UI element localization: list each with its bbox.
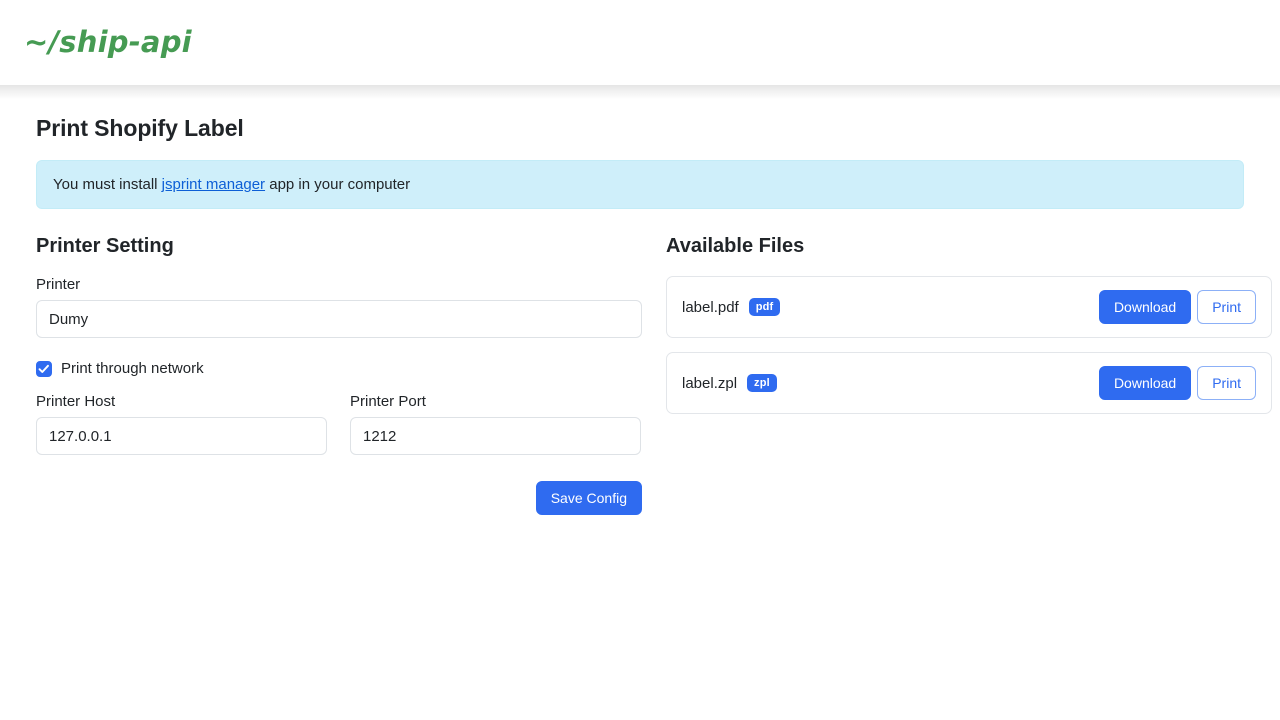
file-info: label.pdf pdf [682,298,780,316]
download-button[interactable]: Download [1099,290,1191,324]
file-action-buttons: Download Print [1099,366,1256,400]
print-through-network-row[interactable]: Print through network [36,360,642,377]
printer-host-field-group: Printer Host [36,393,327,455]
printer-port-field-group: Printer Port [350,393,641,455]
file-info: label.zpl zpl [682,374,777,392]
available-files-heading: Available Files [666,235,1272,258]
alert-text-before: You must install [53,176,162,193]
file-type-badge: pdf [749,298,781,316]
printer-setting-panel: Printer Setting Printer Print through ne… [36,235,642,515]
print-button[interactable]: Print [1197,366,1256,400]
printer-host-label: Printer Host [36,393,327,410]
print-button[interactable]: Print [1197,290,1256,324]
print-through-network-checkbox[interactable] [36,361,52,377]
printer-setting-heading: Printer Setting [36,235,642,258]
printer-setting-actions: Save Config [36,481,642,515]
printer-port-label: Printer Port [350,393,641,410]
file-type-badge: zpl [747,374,777,392]
app-brand-title: ~/ship-api [24,28,192,57]
printer-field-group: Printer [36,276,642,338]
file-action-buttons: Download Print [1099,290,1256,324]
print-through-network-label[interactable]: Print through network [61,360,204,377]
printer-field-label: Printer [36,276,642,293]
printer-host-input[interactable] [36,417,327,455]
file-row: label.zpl zpl Download Print [666,352,1272,414]
install-notice-alert: You must install jsprint manager app in … [36,160,1244,209]
printer-input[interactable] [36,300,642,338]
save-config-button[interactable]: Save Config [536,481,642,515]
content-columns: Printer Setting Printer Print through ne… [36,235,1244,515]
page-title: Print Shopify Label [36,115,1244,142]
app-header: ~/ship-api [0,0,1280,85]
available-files-panel: Available Files label.pdf pdf Download P… [666,235,1272,515]
file-name: label.zpl [682,375,737,392]
host-port-row: Printer Host Printer Port [36,393,642,455]
file-name: label.pdf [682,299,739,316]
download-button[interactable]: Download [1099,366,1191,400]
file-row: label.pdf pdf Download Print [666,276,1272,338]
alert-text-after: app in your computer [265,176,410,193]
printer-port-input[interactable] [350,417,641,455]
jsprint-manager-link[interactable]: jsprint manager [162,176,265,193]
page-content: Print Shopify Label You must install jsp… [0,85,1280,515]
